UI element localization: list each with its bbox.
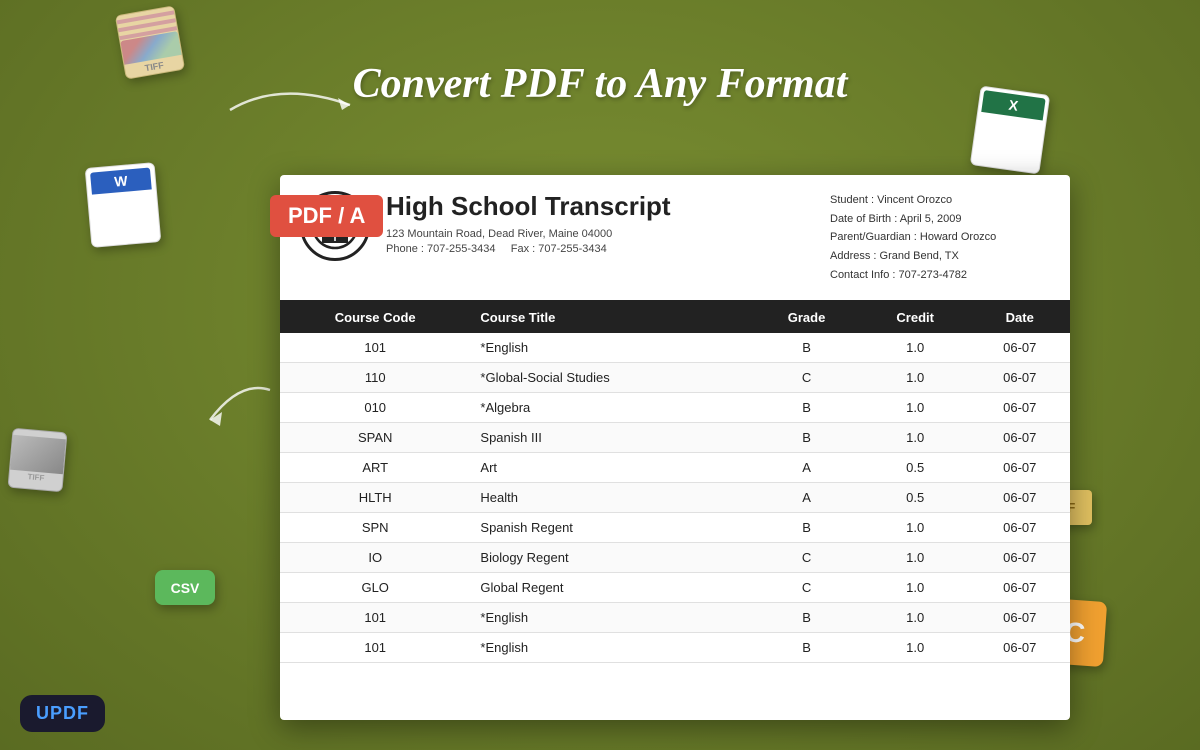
table-row: 101 *English B 1.0 06-07 <box>280 603 1070 633</box>
cell-credit: 0.5 <box>861 453 970 483</box>
cell-title: Biology Regent <box>470 543 752 573</box>
excel-label: X <box>1008 97 1019 114</box>
cell-date: 06-07 <box>969 393 1070 423</box>
document-card: ★ ★ ★ High School Transcript 123 Mountai… <box>280 175 1070 720</box>
cell-credit: 1.0 <box>861 393 970 423</box>
student-contact: Contact Info : 707-273-4782 <box>830 266 1050 285</box>
student-dob: Date of Birth : April 5, 2009 <box>830 210 1050 229</box>
cell-code: SPN <box>280 513 470 543</box>
cell-title: *English <box>470 633 752 663</box>
cell-code: IO <box>280 543 470 573</box>
doc-title-area: High School Transcript 123 Mountain Road… <box>386 191 814 255</box>
cell-credit: 1.0 <box>861 513 970 543</box>
table-row: SPN Spanish Regent B 1.0 06-07 <box>280 513 1070 543</box>
cell-credit: 0.5 <box>861 483 970 513</box>
cell-grade: C <box>752 573 861 603</box>
cell-code: GLO <box>280 573 470 603</box>
col-title: Course Title <box>470 302 752 333</box>
table-row: IO Biology Regent C 1.0 06-07 <box>280 543 1070 573</box>
col-code: Course Code <box>280 302 470 333</box>
student-guardian: Parent/Guardian : Howard Orozco <box>830 228 1050 247</box>
doc-header: ★ ★ ★ High School Transcript 123 Mountai… <box>280 175 1070 302</box>
cell-date: 06-07 <box>969 513 1070 543</box>
table-row: SPAN Spanish III B 1.0 06-07 <box>280 423 1070 453</box>
cell-credit: 1.0 <box>861 573 970 603</box>
cell-grade: C <box>752 543 861 573</box>
cell-grade: C <box>752 363 861 393</box>
cell-date: 06-07 <box>969 633 1070 663</box>
cell-code: 110 <box>280 363 470 393</box>
word-icon-label: W <box>114 173 129 190</box>
cell-date: 06-07 <box>969 483 1070 513</box>
cell-title: Spanish Regent <box>470 513 752 543</box>
transcript-table: Course Code Course Title Grade Credit Da… <box>280 302 1070 663</box>
cell-code: 010 <box>280 393 470 423</box>
cell-date: 06-07 <box>969 573 1070 603</box>
main-title: Convert PDF to Any Format <box>353 60 848 108</box>
cell-date: 06-07 <box>969 603 1070 633</box>
cell-grade: B <box>752 513 861 543</box>
table-header: Course Code Course Title Grade Credit Da… <box>280 302 1070 333</box>
cell-date: 06-07 <box>969 363 1070 393</box>
cell-date: 06-07 <box>969 453 1070 483</box>
cell-code: 101 <box>280 633 470 663</box>
table-row: HLTH Health A 0.5 06-07 <box>280 483 1070 513</box>
csv-icon: CSV <box>155 570 215 605</box>
table-row: 101 *English B 1.0 06-07 <box>280 633 1070 663</box>
doc-address: 123 Mountain Road, Dead River, Maine 040… <box>386 228 814 240</box>
table-row: 110 *Global-Social Studies C 1.0 06-07 <box>280 363 1070 393</box>
cell-credit: 1.0 <box>861 633 970 663</box>
cell-grade: B <box>752 603 861 633</box>
cell-title: Art <box>470 453 752 483</box>
doc-main-title: High School Transcript <box>386 191 814 222</box>
table-body: 101 *English B 1.0 06-07 110 *Global-Soc… <box>280 333 1070 663</box>
cell-credit: 1.0 <box>861 363 970 393</box>
cell-title: Global Regent <box>470 573 752 603</box>
cell-title: *English <box>470 603 752 633</box>
excel-icon: X <box>970 86 1050 175</box>
cell-code: SPAN <box>280 423 470 453</box>
table-row: 010 *Algebra B 1.0 06-07 <box>280 393 1070 423</box>
cell-title: Spanish III <box>470 423 752 453</box>
student-name: Student : Vincent Orozco <box>830 191 1050 210</box>
cell-credit: 1.0 <box>861 603 970 633</box>
table-row: GLO Global Regent C 1.0 06-07 <box>280 573 1070 603</box>
cell-credit: 1.0 <box>861 543 970 573</box>
col-date: Date <box>969 302 1070 333</box>
cell-code: ART <box>280 453 470 483</box>
student-address: Address : Grand Bend, TX <box>830 247 1050 266</box>
updf-logo: UPDF <box>20 695 105 732</box>
cell-date: 06-07 <box>969 543 1070 573</box>
cell-grade: A <box>752 453 861 483</box>
student-info: Student : Vincent Orozco Date of Birth :… <box>830 191 1050 284</box>
cell-date: 06-07 <box>969 423 1070 453</box>
cell-code: 101 <box>280 333 470 363</box>
cell-credit: 1.0 <box>861 423 970 453</box>
cell-grade: B <box>752 633 861 663</box>
col-credit: Credit <box>861 302 970 333</box>
cell-grade: A <box>752 483 861 513</box>
word-icon: W <box>85 162 162 248</box>
tiff-icon: TIFF <box>115 5 185 79</box>
cell-title: *English <box>470 333 752 363</box>
cell-grade: B <box>752 333 861 363</box>
cell-title: Health <box>470 483 752 513</box>
doc-phone: Phone : 707-255-3434 Fax : 707-255-3434 <box>386 243 814 255</box>
table-row: ART Art A 0.5 06-07 <box>280 453 1070 483</box>
cell-title: *Algebra <box>470 393 752 423</box>
cell-code: 101 <box>280 603 470 633</box>
col-grade: Grade <box>752 302 861 333</box>
pdf-badge: PDF / A <box>270 195 383 237</box>
tiff2-icon: TIFF <box>7 428 67 493</box>
cell-grade: B <box>752 423 861 453</box>
pdf-badge-label: PDF / A <box>288 203 365 228</box>
cell-date: 06-07 <box>969 333 1070 363</box>
cell-credit: 1.0 <box>861 333 970 363</box>
csv-label: CSV <box>171 580 200 596</box>
table-row: 101 *English B 1.0 06-07 <box>280 333 1070 363</box>
cell-code: HLTH <box>280 483 470 513</box>
cell-title: *Global-Social Studies <box>470 363 752 393</box>
cell-grade: B <box>752 393 861 423</box>
